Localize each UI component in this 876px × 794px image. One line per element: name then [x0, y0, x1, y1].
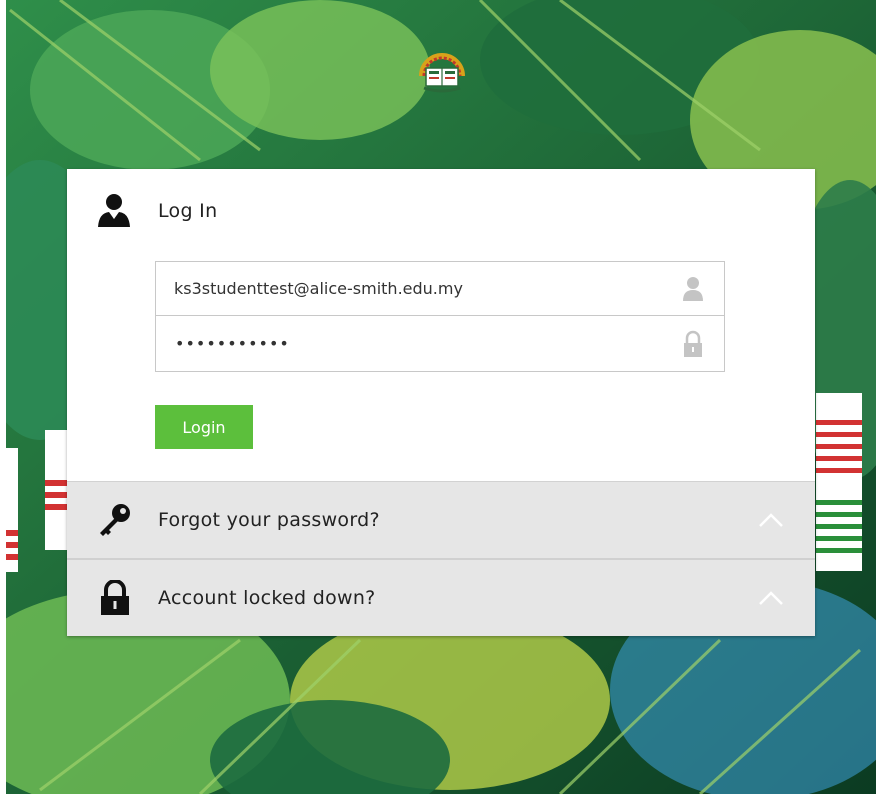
forgot-password-label: Forgot your password? [158, 509, 380, 531]
chevron-up-icon[interactable] [759, 591, 783, 605]
padlock-icon [101, 580, 129, 615]
user-icon [98, 194, 130, 227]
forgot-password-item[interactable]: Forgot your password? [67, 481, 815, 558]
password-field[interactable]: ••••••••••• [155, 316, 725, 372]
left-edge-strip [0, 0, 6, 794]
login-header: Log In [97, 193, 217, 229]
user-icon [683, 276, 703, 301]
login-section: Log In ••••••••••• Login [67, 169, 815, 481]
chevron-up-icon[interactable] [759, 513, 783, 527]
login-title: Log In [158, 200, 218, 222]
lock-icon [684, 330, 702, 357]
school-crest-logo [419, 53, 465, 93]
login-page: Log In ••••••••••• Login [0, 0, 876, 794]
account-locked-item[interactable]: Account locked down? [67, 558, 815, 636]
account-locked-label: Account locked down? [158, 587, 376, 609]
username-field [155, 261, 725, 316]
username-input[interactable] [156, 262, 682, 315]
password-input[interactable]: ••••••••••• [156, 334, 682, 353]
login-button[interactable]: Login [155, 405, 253, 449]
login-card: Log In ••••••••••• Login [67, 169, 815, 636]
key-icon [100, 504, 130, 536]
